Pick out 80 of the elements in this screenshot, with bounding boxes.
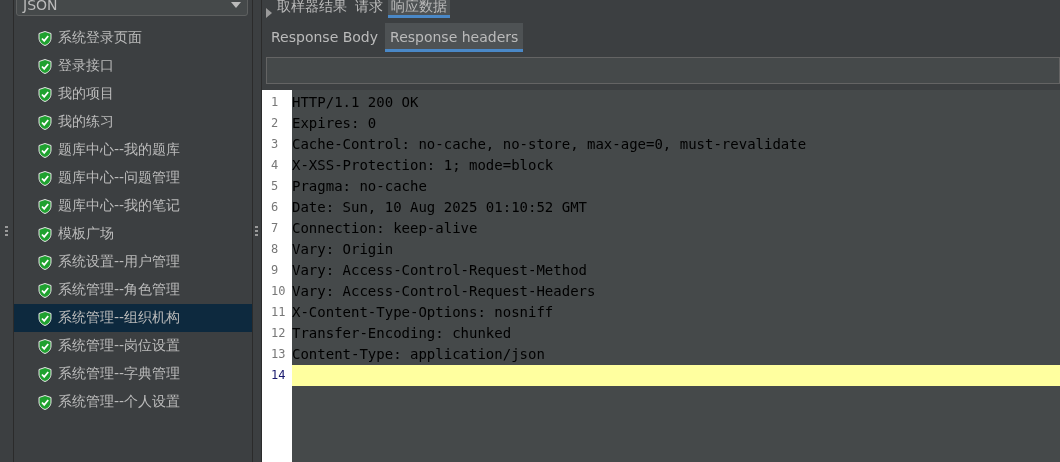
tree-item[interactable]: 登录接口 — [14, 52, 252, 80]
code-line: Connection: keep-alive — [292, 219, 479, 238]
tree-item[interactable]: 系统管理--个人设置 — [14, 388, 252, 416]
filter-field[interactable] — [266, 57, 1060, 84]
tree-item-label: 系统管理--个人设置 — [58, 393, 181, 411]
tab[interactable]: 请求 — [352, 0, 386, 18]
tree-item-label: 系统管理--角色管理 — [58, 281, 181, 299]
shield-check-icon — [38, 30, 52, 46]
tree-item-label: 模板广场 — [58, 225, 114, 243]
tree-item[interactable]: 我的项目 — [14, 80, 252, 108]
tree-item-label: 我的项目 — [58, 85, 114, 103]
tree-item[interactable]: 系统设置--用户管理 — [14, 248, 252, 276]
line-number: 1 — [270, 94, 280, 111]
tree-item[interactable]: 题库中心--我的笔记 — [14, 192, 252, 220]
shield-check-icon — [38, 114, 52, 130]
tree-item-label: 系统设置--用户管理 — [58, 253, 181, 271]
line-number: 2 — [270, 115, 280, 132]
tab[interactable]: Response Body — [266, 23, 384, 52]
tree-item-label: 题库中心--我的题库 — [58, 141, 181, 159]
code-line: Date: Sun, 10 Aug 2025 01:10:52 GMT — [292, 198, 588, 217]
shield-check-icon — [38, 226, 52, 242]
tab[interactable]: Response headers — [385, 23, 524, 52]
tree-item-label: 题库中心--问题管理 — [58, 169, 181, 187]
shield-check-icon — [38, 310, 52, 326]
scroll-arrow-icon[interactable] — [266, 8, 272, 18]
tree-item[interactable]: 系统管理--字典管理 — [14, 360, 252, 388]
line-number: 5 — [270, 178, 280, 195]
tree-item[interactable]: 题库中心--问题管理 — [14, 164, 252, 192]
code-line: X-XSS-Protection: 1; mode=block — [292, 156, 555, 175]
line-number: 3 — [270, 136, 280, 153]
line-number: 8 — [270, 241, 280, 258]
line-number: 6 — [270, 199, 280, 216]
tree-item[interactable]: 系统管理--岗位设置 — [14, 332, 252, 360]
code-line: X-Content-Type-Options: nosniff — [292, 303, 555, 322]
tree-item[interactable]: 系统管理--组织机构 — [14, 304, 252, 332]
splitter-grip-icon[interactable] — [255, 225, 259, 237]
code-line: Vary: Access-Control-Request-Method — [292, 261, 588, 280]
shield-check-icon — [38, 86, 52, 102]
shield-check-icon — [38, 198, 52, 214]
shield-check-icon — [38, 394, 52, 410]
line-number: 10 — [270, 283, 287, 300]
shield-check-icon — [38, 142, 52, 158]
line-number: 4 — [270, 157, 280, 174]
line-number: 11 — [270, 304, 287, 321]
code-line: Vary: Origin — [292, 240, 395, 259]
line-number: 9 — [270, 262, 280, 279]
code-line: Transfer-Encoding: chunked — [292, 324, 513, 343]
line-number: 14 — [270, 367, 287, 384]
tree-item[interactable]: 我的练习 — [14, 108, 252, 136]
tab[interactable]: 取样器结果 — [274, 0, 350, 18]
shield-check-icon — [38, 254, 52, 270]
shield-check-icon — [38, 170, 52, 186]
code-line: HTTP/1.1 200 OK — [292, 93, 420, 112]
tree-item[interactable]: 系统管理--角色管理 — [14, 276, 252, 304]
tree-item-label: 题库中心--我的笔记 — [58, 197, 181, 215]
shield-check-icon — [38, 282, 52, 298]
line-number: 12 — [270, 325, 287, 342]
shield-check-icon — [38, 58, 52, 74]
tree-item[interactable]: 题库中心--我的题库 — [14, 136, 252, 164]
tree-item-label: 登录接口 — [58, 57, 114, 75]
shield-check-icon — [38, 338, 52, 354]
code-line: Content-Type: application/json — [292, 345, 546, 364]
tree-item-label: 系统登录页面 — [58, 29, 142, 47]
tree-item-label: 我的练习 — [58, 113, 114, 131]
shield-check-icon — [38, 366, 52, 382]
line-number: 7 — [270, 220, 280, 237]
tree-item-label: 系统管理--字典管理 — [58, 365, 181, 383]
code-line: Expires: 0 — [292, 114, 378, 133]
splitter-grip-icon[interactable] — [4, 225, 9, 237]
tree-item-label: 系统管理--岗位设置 — [58, 337, 181, 355]
code-editor[interactable] — [262, 90, 1060, 462]
tree-item-label: 系统管理--组织机构 — [58, 309, 181, 327]
line-number: 13 — [270, 346, 287, 363]
tree-item[interactable]: 模板广场 — [14, 220, 252, 248]
dropdown[interactable]: JSON — [16, 0, 248, 16]
tree-item[interactable]: 系统登录页面 — [14, 24, 252, 52]
code-line: Cache-Control: no-cache, no-store, max-age=0, must-revalidate — [292, 135, 808, 154]
code-line: Pragma: no-cache — [292, 177, 428, 196]
caret-icon — [231, 2, 241, 8]
code-line: Vary: Access-Control-Request-Headers — [292, 282, 597, 301]
